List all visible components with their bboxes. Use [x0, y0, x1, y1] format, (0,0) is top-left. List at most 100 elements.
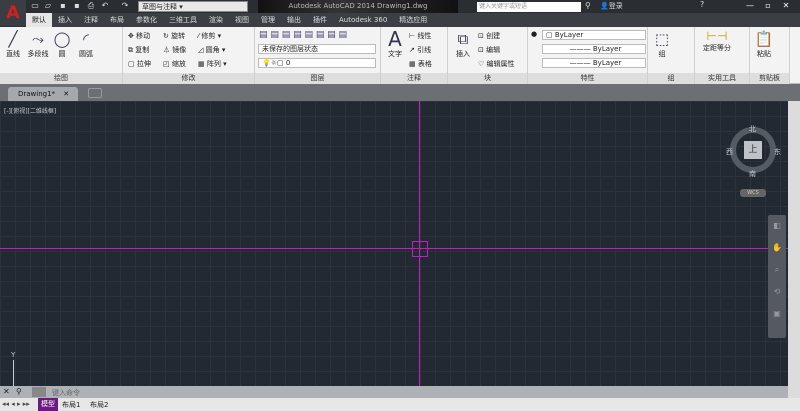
panel-group: ⬚ 组 组	[648, 27, 695, 84]
new-tab-button[interactable]	[88, 88, 102, 98]
layer-state-dropdown[interactable]: 未保存的图层状态	[258, 44, 376, 54]
panel-title[interactable]: 实用工具	[695, 73, 749, 84]
compass-north[interactable]: 北	[749, 124, 756, 134]
panel-title[interactable]: 绘图	[0, 73, 122, 84]
line-button[interactable]: ╱ 直线	[1, 29, 25, 59]
close-button[interactable]: ✕	[778, 0, 794, 12]
ucs-icon	[13, 360, 14, 386]
panel-title[interactable]: 图层	[255, 73, 380, 84]
tab-plugins[interactable]: 插件	[307, 13, 333, 27]
drawing-canvas[interactable]: [-][俯视][二维线框] 上 北 南 东 西 WCS ◧ ✋ ⌕ ⟲ ▣ Y	[0, 101, 788, 386]
panel-title[interactable]: 修改	[123, 73, 254, 84]
compass-west[interactable]: 西	[726, 147, 733, 157]
layout-tab-2[interactable]: 布局2	[90, 400, 108, 410]
leader-button[interactable]: ↗ 引线	[409, 45, 431, 55]
tab-default[interactable]: 默认	[26, 13, 52, 27]
tab-insert[interactable]: 插入	[52, 13, 78, 27]
panel-annotation: A 文字 ⊢ 线性 ↗ 引线 ▦ 表格 注释	[381, 27, 448, 84]
minimize-button[interactable]: —	[742, 0, 758, 12]
redo-icon[interactable]: ↷	[120, 1, 130, 11]
scale-button[interactable]: ◰ 缩放	[163, 59, 186, 69]
layout-nav-arrows[interactable]: ◂◂ ◂ ▸ ▸▸	[2, 400, 30, 408]
workspace-dropdown[interactable]: 草图与注释 ▾	[138, 1, 248, 12]
tab-manage[interactable]: 管理	[255, 13, 281, 27]
new-icon[interactable]: ▭	[30, 1, 40, 11]
navigation-bar[interactable]: ◧ ✋ ⌕ ⟲ ▣	[768, 215, 786, 338]
ucs-menu[interactable]: WCS	[740, 189, 766, 197]
command-history-icon[interactable]	[32, 387, 46, 397]
panel-title[interactable]: 块	[448, 73, 527, 84]
viewport-controls[interactable]: [-][俯视][二维线框]	[4, 106, 56, 115]
layout-tab-1[interactable]: 布局1	[62, 400, 80, 410]
tab-output[interactable]: 输出	[281, 13, 307, 27]
linear-dim-button[interactable]: ⊢ 线性	[409, 31, 431, 41]
vertical-scrollbar[interactable]	[788, 101, 800, 398]
label: 定距等分	[703, 44, 731, 52]
text-button[interactable]: A 文字	[383, 29, 407, 59]
tab-featured-apps[interactable]: 精选应用	[393, 13, 433, 27]
mirror-button[interactable]: ⏃ 镜像	[163, 45, 186, 55]
tab-autodesk-360[interactable]: Autodesk 360	[333, 13, 393, 27]
polyline-button[interactable]: ⤳ 多段线	[26, 29, 50, 59]
group-button[interactable]: ⬚ 组	[650, 29, 674, 59]
application-menu-button[interactable]: A	[0, 0, 26, 26]
tab-render[interactable]: 渲染	[203, 13, 229, 27]
rotate-button[interactable]: ↻ 旋转	[163, 31, 185, 41]
move-button[interactable]: ✥ 移动	[128, 31, 150, 41]
fillet-button[interactable]: ◿ 圆角 ▾	[198, 45, 225, 55]
maximize-button[interactable]: ▫	[760, 0, 776, 12]
value: 0	[285, 59, 291, 67]
linetype-dropdown[interactable]: ——— ByLayer	[542, 44, 646, 54]
command-line: ✕ ⚲ 键入命令	[0, 386, 788, 398]
command-input[interactable]: 键入命令	[52, 388, 80, 398]
tab-layout[interactable]: 布局	[104, 13, 130, 27]
insert-icon: ⧉	[457, 30, 469, 48]
paste-button[interactable]: 📋 粘贴	[752, 29, 776, 59]
array-button[interactable]: ▦ 阵列 ▾	[198, 59, 227, 69]
table-button[interactable]: ▦ 表格	[409, 59, 432, 69]
login-button[interactable]: 👤登录	[600, 1, 623, 11]
layer-dropdown[interactable]: 💡☼▢ 0	[258, 58, 376, 68]
compass-south[interactable]: 南	[749, 169, 756, 179]
close-command-icon[interactable]: ✕	[3, 387, 10, 396]
tab-annotate[interactable]: 注释	[78, 13, 104, 27]
close-tab-icon[interactable]: ✕	[63, 90, 69, 98]
create-block-button[interactable]: ⊡ 创建	[478, 31, 500, 41]
undo-icon[interactable]: ↶	[100, 1, 110, 11]
copy-button[interactable]: ⧉ 复制	[128, 45, 149, 55]
layout-tab-model[interactable]: 模型	[38, 398, 58, 411]
edit-block-button[interactable]: ⊡ 编辑	[478, 45, 500, 55]
tab-view[interactable]: 视图	[229, 13, 255, 27]
lineweight-dropdown[interactable]: ——— ByLayer	[542, 58, 646, 68]
binoculars-icon[interactable]: ⚲	[585, 1, 591, 10]
tab-parametric[interactable]: 参数化	[130, 13, 163, 27]
customize-icon[interactable]: ⚲	[16, 387, 22, 396]
layer-tools-icons[interactable]: ▤ ▤ ▤ ▤ ▤ ▤ ▤ ▤	[259, 30, 347, 40]
label: 多段线	[27, 50, 49, 58]
label: 编辑	[486, 46, 501, 54]
circle-button[interactable]: ◯ 圆	[50, 29, 74, 59]
open-icon[interactable]: ▱	[43, 1, 53, 11]
search-input[interactable]: 键入关键字或短语	[477, 2, 581, 12]
help-icon[interactable]: ?	[700, 0, 704, 9]
save-icon[interactable]: ▪	[58, 1, 68, 11]
panel-title[interactable]: 组	[648, 73, 694, 84]
insert-button[interactable]: ⧉ 插入	[451, 29, 475, 59]
saveas-icon[interactable]: ▪	[72, 1, 82, 11]
viewcube-top-face[interactable]: 上	[744, 141, 762, 159]
print-icon[interactable]: ⎙	[86, 1, 96, 11]
file-tab-drawing1[interactable]: Drawing1* ✕	[8, 87, 78, 101]
panel-title[interactable]: 剪贴板	[750, 73, 789, 84]
measure-button[interactable]: ⊢⊣ 定距等分	[699, 29, 735, 53]
trim-button[interactable]: ⁄ 修剪 ▾	[198, 31, 221, 41]
compass-east[interactable]: 东	[774, 147, 781, 157]
tab-3d-tools[interactable]: 三维工具	[163, 13, 203, 27]
label: 圆弧	[79, 50, 93, 58]
panel-title[interactable]: 注释	[381, 73, 447, 84]
stretch-button[interactable]: ▢ 拉伸	[128, 59, 151, 69]
arc-button[interactable]: ◜ 圆弧	[74, 29, 98, 59]
panel-title[interactable]: 特性	[528, 73, 647, 84]
edit-attributes-button[interactable]: ♡ 编辑属性	[478, 59, 515, 69]
panel-draw: ╱ 直线 ⤳ 多段线 ◯ 圆 ◜ 圆弧 绘图	[0, 27, 123, 84]
color-dropdown[interactable]: ▢ ByLayer	[542, 30, 646, 40]
